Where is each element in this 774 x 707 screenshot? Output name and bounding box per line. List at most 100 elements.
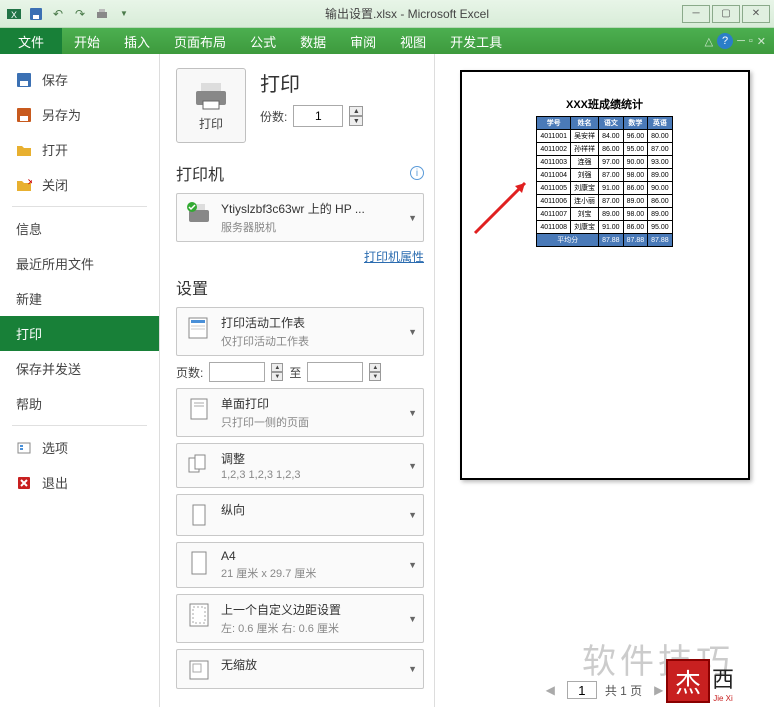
stamp-small: 西 bbox=[712, 662, 734, 694]
menu-info-label: 信息 bbox=[16, 219, 42, 238]
tab-formula[interactable]: 公式 bbox=[238, 28, 288, 54]
undo-icon[interactable]: ↶ bbox=[48, 4, 68, 24]
menu-saveas[interactable]: 另存为 bbox=[0, 97, 159, 132]
tab-developer[interactable]: 开发工具 bbox=[438, 28, 514, 54]
next-page-button[interactable]: ▶ bbox=[650, 683, 667, 697]
menu-exit[interactable]: 退出 bbox=[0, 465, 159, 500]
menu-recent[interactable]: 最近所用文件 bbox=[0, 246, 159, 281]
file-tab[interactable]: 文件 bbox=[0, 28, 62, 54]
scaling-selector[interactable]: 无缩放 ▼ bbox=[176, 649, 424, 689]
tab-review[interactable]: 审阅 bbox=[338, 28, 388, 54]
info-icon[interactable]: i bbox=[410, 166, 424, 180]
preview-table: 学号姓名语文数学英语 4011001吴安祥84.0096.0080.004011… bbox=[536, 116, 672, 247]
collate-icon bbox=[185, 450, 213, 478]
print-button[interactable]: 打印 bbox=[176, 68, 246, 143]
menu-exit-label: 退出 bbox=[42, 473, 68, 492]
annotation-arrow-icon bbox=[470, 168, 540, 238]
stamp-sub: Jie Xi bbox=[712, 694, 734, 703]
scaling-icon bbox=[185, 656, 213, 684]
collate-title: 调整 bbox=[221, 450, 301, 467]
save-icon bbox=[16, 72, 32, 88]
menu-close[interactable]: ✕ 关闭 bbox=[0, 167, 159, 202]
preview-page: XXX班成绩统计 学号姓名语文数学英语 4011001吴安祥84.0096.00… bbox=[460, 70, 750, 480]
svg-text:X: X bbox=[11, 10, 17, 20]
excel-icon[interactable]: X bbox=[4, 4, 24, 24]
minimize-ribbon-icon[interactable]: △ bbox=[705, 35, 713, 48]
onesided-icon bbox=[185, 395, 213, 423]
prev-page-button[interactable]: ◀ bbox=[542, 683, 559, 697]
print-what-selector[interactable]: 打印活动工作表 仅打印活动工作表 ▼ bbox=[176, 307, 424, 356]
menu-info[interactable]: 信息 bbox=[0, 211, 159, 246]
printer-properties-link[interactable]: 打印机属性 bbox=[176, 248, 424, 265]
close-icon: ✕ bbox=[16, 177, 32, 193]
tab-insert[interactable]: 插入 bbox=[112, 28, 162, 54]
spinner-up-icon[interactable]: ▲ bbox=[349, 106, 363, 116]
spinner-down-icon[interactable]: ▼ bbox=[349, 116, 363, 126]
exit-icon bbox=[16, 475, 32, 491]
scaling-title: 无缩放 bbox=[221, 656, 257, 673]
menu-help-label: 帮助 bbox=[16, 394, 42, 413]
menu-new-label: 新建 bbox=[16, 289, 42, 308]
tab-view[interactable]: 视图 bbox=[388, 28, 438, 54]
margins-selector[interactable]: 上一个自定义边距设置 左: 0.6 厘米 右: 0.6 厘米 ▼ bbox=[176, 594, 424, 643]
menu-open[interactable]: 打开 bbox=[0, 132, 159, 167]
menu-recent-label: 最近所用文件 bbox=[16, 254, 94, 273]
tab-home[interactable]: 开始 bbox=[62, 28, 112, 54]
page-number-input[interactable] bbox=[567, 681, 597, 699]
chevron-down-icon: ▼ bbox=[408, 560, 417, 570]
paper-icon bbox=[185, 549, 213, 577]
menu-savesend[interactable]: 保存并发送 bbox=[0, 351, 159, 386]
help-icon[interactable]: ? bbox=[717, 33, 733, 49]
print-icon[interactable] bbox=[92, 4, 112, 24]
margins-icon bbox=[185, 601, 213, 629]
close-button[interactable]: ✕ bbox=[742, 5, 770, 23]
printer-selector[interactable]: Ytiyslzbf3c63wr 上的 HP ... 服务器脱机 ▼ bbox=[176, 193, 424, 242]
tab-data[interactable]: 数据 bbox=[288, 28, 338, 54]
menu-save[interactable]: 保存 bbox=[0, 62, 159, 97]
menu-print[interactable]: 打印 bbox=[0, 316, 159, 351]
copies-spinner[interactable]: ▲▼ bbox=[349, 106, 363, 126]
chevron-down-icon: ▼ bbox=[408, 614, 417, 624]
window-minimize-icon[interactable]: ─ bbox=[737, 35, 745, 47]
menu-new[interactable]: 新建 bbox=[0, 281, 159, 316]
pages-label: 页数: bbox=[176, 364, 203, 381]
chevron-down-icon: ▼ bbox=[408, 408, 417, 418]
pages-from-spinner[interactable]: ▲▼ bbox=[271, 363, 283, 381]
pages-from-input[interactable] bbox=[209, 362, 265, 382]
menu-open-label: 打开 bbox=[42, 140, 68, 159]
open-icon bbox=[16, 142, 32, 158]
menu-options[interactable]: 选项 bbox=[0, 430, 159, 465]
printer-icon bbox=[191, 79, 231, 111]
menu-saveas-label: 另存为 bbox=[42, 105, 81, 124]
copies-input[interactable] bbox=[293, 105, 343, 127]
qat-dropdown-icon[interactable]: ▼ bbox=[114, 4, 134, 24]
orientation-selector[interactable]: 纵向 ▼ bbox=[176, 494, 424, 536]
printer-status-icon bbox=[185, 200, 213, 228]
minimize-button[interactable]: ─ bbox=[682, 5, 710, 23]
sides-sub: 只打印一侧的页面 bbox=[221, 414, 309, 430]
window-close-icon[interactable]: ✕ bbox=[757, 35, 766, 48]
maximize-button[interactable]: ▢ bbox=[712, 5, 740, 23]
menu-close-label: 关闭 bbox=[42, 175, 68, 194]
print-button-label: 打印 bbox=[191, 115, 231, 132]
printer-status: 服务器脱机 bbox=[221, 219, 365, 235]
sides-selector[interactable]: 单面打印 只打印一侧的页面 ▼ bbox=[176, 388, 424, 437]
save-icon[interactable] bbox=[26, 4, 46, 24]
window-restore-icon[interactable]: ▫ bbox=[749, 35, 753, 47]
paper-selector[interactable]: A4 21 厘米 x 29.7 厘米 ▼ bbox=[176, 542, 424, 588]
orientation-title: 纵向 bbox=[221, 501, 245, 518]
preview-doc-title: XXX班成绩统计 bbox=[474, 96, 736, 112]
redo-icon[interactable]: ↷ bbox=[70, 4, 90, 24]
pages-to-input[interactable] bbox=[307, 362, 363, 382]
tab-layout[interactable]: 页面布局 bbox=[162, 28, 238, 54]
saveas-icon bbox=[16, 107, 32, 123]
backstage-menu: 保存 另存为 打开 ✕ 关闭 信息 最近所用文件 新建 打印 保存并发送 帮助 … bbox=[0, 54, 160, 707]
pages-to-spinner[interactable]: ▲▼ bbox=[369, 363, 381, 381]
menu-help[interactable]: 帮助 bbox=[0, 386, 159, 421]
margins-title: 上一个自定义边距设置 bbox=[221, 601, 341, 618]
print-settings-panel: 打印 打印 份数: ▲▼ 打印机 i Ytiyslzbf3c63wr 上的 HP… bbox=[160, 54, 435, 707]
collate-selector[interactable]: 调整 1,2,3 1,2,3 1,2,3 ▼ bbox=[176, 443, 424, 488]
pages-to-label: 至 bbox=[289, 364, 301, 381]
printer-heading: 打印机 bbox=[176, 161, 224, 185]
chevron-down-icon: ▼ bbox=[408, 510, 417, 520]
